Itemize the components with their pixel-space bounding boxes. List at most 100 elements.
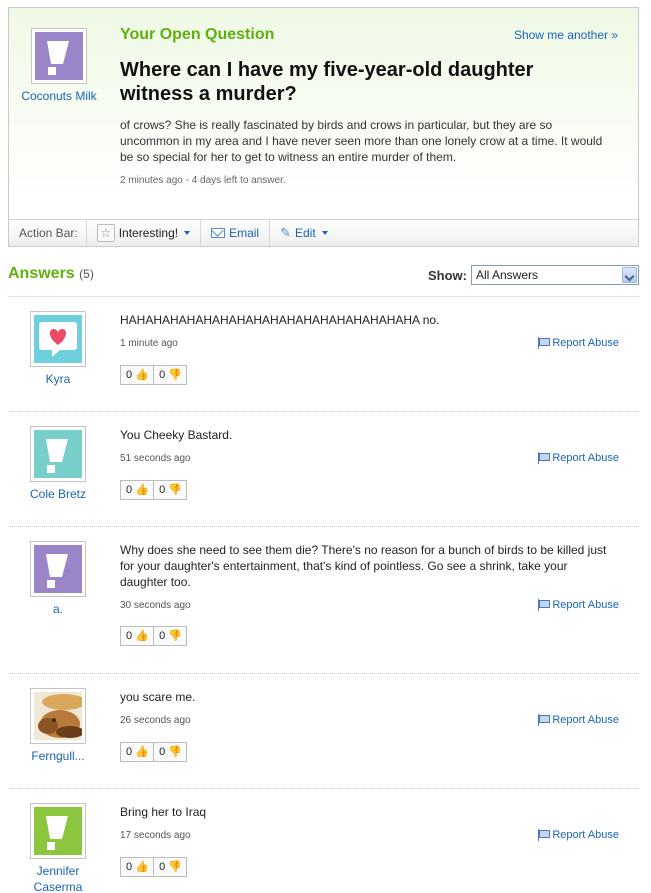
action-bar-label: Action Bar:	[9, 220, 87, 246]
thumbs-up-button[interactable]: 0 👍	[121, 627, 153, 645]
answers-title: Answers	[8, 265, 75, 282]
exclamation-avatar-icon	[34, 807, 82, 855]
vote-box: 0 👍 0 👎	[120, 626, 188, 646]
thumbs-down-count: 0	[159, 630, 166, 642]
interesting-button[interactable]: ☆ Interesting!	[87, 220, 202, 246]
user-avatar[interactable]	[30, 311, 86, 367]
show-another-link[interactable]: Show me another »	[514, 28, 618, 42]
answer-item: Ferngull... you scare me. 26 seconds ago…	[8, 674, 639, 789]
user-avatar[interactable]	[30, 688, 86, 744]
answer-text: HAHAHAHAHAHAHAHAHAHAHAHAHAHAHAHAHAHA no.	[120, 313, 440, 327]
answer-text: you scare me.	[120, 690, 196, 704]
exclamation-avatar-icon	[34, 545, 82, 593]
thumbs-down-button[interactable]: 0 👎	[153, 366, 186, 384]
user-avatar[interactable]	[30, 803, 86, 859]
question-title: Where can I have my five-year-old daught…	[120, 59, 534, 105]
thumbs-down-count: 0	[159, 484, 166, 496]
answer-time: 26 seconds ago	[120, 715, 191, 726]
open-question-label: Your Open Question	[120, 26, 275, 43]
answer-text: Why does she need to see them die? There…	[120, 543, 607, 589]
email-button[interactable]: Email	[201, 220, 271, 246]
question-panel: Coconuts Milk Your Open Question Show me…	[8, 7, 639, 247]
answers-heading: Answers (5)	[8, 265, 94, 283]
thumbs-up-count: 0	[126, 861, 133, 873]
email-label: Email	[229, 226, 260, 240]
report-abuse-label: Report Abuse	[552, 714, 619, 726]
answer-item: Cole Bretz You Cheeky Bastard. 51 second…	[8, 412, 639, 527]
answer-text: You Cheeky Bastard.	[120, 428, 233, 442]
answers-count: (5)	[79, 267, 94, 281]
thumbs-up-icon: 👍	[135, 746, 149, 758]
show-select-value: All Answers	[476, 268, 539, 282]
answer-text: Bring her to Iraq	[120, 805, 207, 819]
thumbs-down-icon: 👎	[168, 746, 182, 758]
mail-icon	[211, 228, 226, 238]
question-body: of crows? She is really fascinated by bi…	[120, 118, 603, 164]
report-abuse-link[interactable]: Report Abuse	[538, 829, 619, 841]
edit-label: Edit	[295, 226, 316, 240]
chevron-down-icon[interactable]	[622, 267, 637, 283]
user-name[interactable]: Kyra	[16, 371, 100, 387]
thumbs-down-button[interactable]: 0 👎	[153, 743, 186, 761]
report-abuse-label: Report Abuse	[552, 829, 619, 841]
report-abuse-label: Report Abuse	[552, 337, 619, 349]
thumbs-down-count: 0	[159, 861, 166, 873]
thumbs-up-count: 0	[126, 746, 133, 758]
flag-icon	[538, 337, 551, 349]
vote-box: 0 👍 0 👎	[120, 365, 188, 385]
thumbs-down-button[interactable]: 0 👎	[153, 627, 186, 645]
report-abuse-link[interactable]: Report Abuse	[538, 337, 619, 349]
vote-box: 0 👍 0 👎	[120, 480, 188, 500]
photo-avatar	[34, 692, 82, 740]
report-abuse-link[interactable]: Report Abuse	[538, 714, 619, 726]
answer-time: 1 minute ago	[120, 338, 178, 349]
thumbs-up-icon: 👍	[135, 630, 149, 642]
answer-item: Jennifer Caserma Bring her to Iraq 17 se…	[8, 789, 639, 893]
show-answers-select[interactable]: All Answers	[471, 265, 639, 285]
thumbs-up-button[interactable]: 0 👍	[121, 366, 153, 384]
thumbs-up-button[interactable]: 0 👍	[121, 743, 153, 761]
dog-photo-icon	[34, 692, 82, 740]
report-abuse-label: Report Abuse	[552, 452, 619, 464]
answer-time: 17 seconds ago	[120, 830, 191, 841]
answer-time: 30 seconds ago	[120, 600, 191, 611]
show-filter: Show: All Answers	[428, 265, 639, 285]
answer-time: 51 seconds ago	[120, 453, 191, 464]
user-avatar[interactable]	[30, 426, 86, 482]
exclamation-avatar-icon	[34, 430, 82, 478]
user-avatar[interactable]	[30, 541, 86, 597]
thumbs-up-icon: 👍	[135, 369, 149, 381]
thumbs-up-count: 0	[126, 630, 133, 642]
chevron-down-icon	[184, 231, 191, 235]
flag-icon	[538, 599, 551, 611]
flag-icon	[538, 829, 551, 841]
star-icon: ☆	[96, 224, 115, 242]
user-name[interactable]: Jennifer Caserma	[16, 863, 100, 893]
thumbs-down-icon: 👎	[168, 484, 182, 496]
report-abuse-label: Report Abuse	[552, 599, 619, 611]
heart-bubble-icon	[34, 315, 82, 363]
thumbs-down-button[interactable]: 0 👎	[153, 858, 186, 876]
thumbs-up-count: 0	[126, 484, 133, 496]
question-meta: 2 minutes ago - 4 days left to answer.	[120, 175, 286, 186]
interesting-label: Interesting!	[118, 226, 179, 240]
user-name[interactable]: Cole Bretz	[16, 486, 100, 502]
report-abuse-link[interactable]: Report Abuse	[538, 599, 619, 611]
thumbs-up-icon: 👍	[135, 861, 149, 873]
thumbs-up-button[interactable]: 0 👍	[121, 858, 153, 876]
user-name[interactable]: Ferngull...	[16, 748, 100, 764]
thumbs-up-button[interactable]: 0 👍	[121, 481, 153, 499]
report-abuse-link[interactable]: Report Abuse	[538, 452, 619, 464]
edit-button[interactable]: ✎ Edit	[270, 220, 338, 246]
thumbs-down-icon: 👎	[168, 861, 182, 873]
thumbs-down-icon: 👎	[168, 369, 182, 381]
vote-box: 0 👍 0 👎	[120, 857, 188, 877]
asker-avatar[interactable]	[31, 28, 87, 84]
asker-name[interactable]: Coconuts Milk	[17, 88, 101, 104]
thumbs-down-count: 0	[159, 746, 166, 758]
user-name[interactable]: a.	[16, 601, 100, 617]
flag-icon	[538, 714, 551, 726]
pencil-icon: ✎	[280, 225, 291, 240]
thumbs-up-icon: 👍	[135, 484, 149, 496]
thumbs-down-button[interactable]: 0 👎	[153, 481, 186, 499]
